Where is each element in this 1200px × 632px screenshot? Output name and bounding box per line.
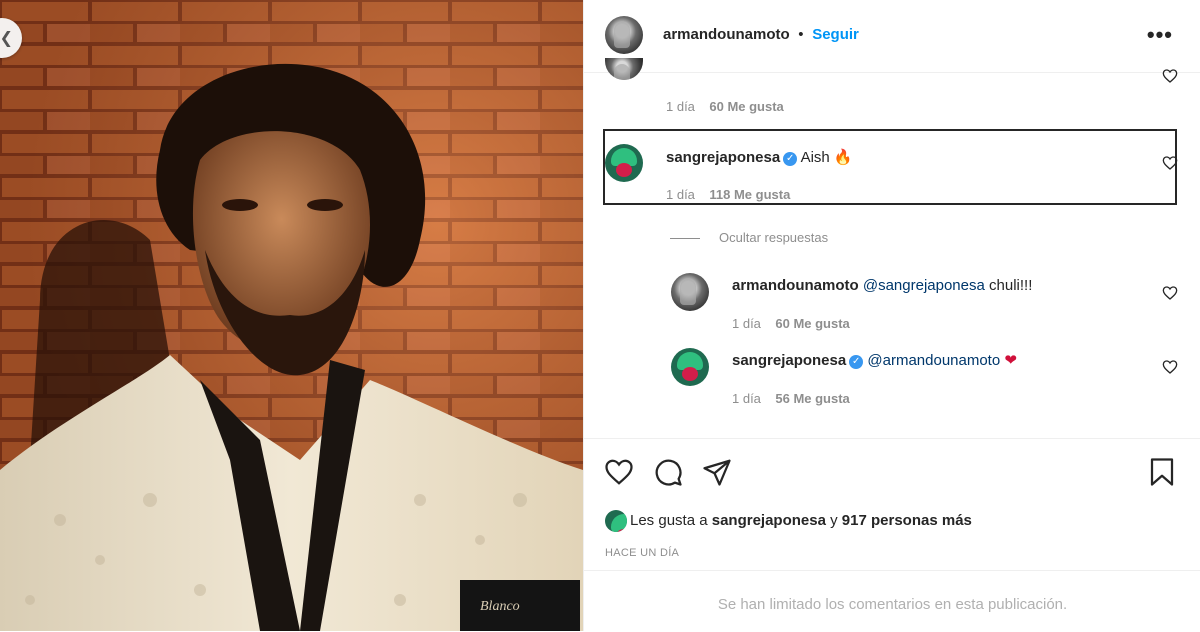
post-photo[interactable]: Blanco ❮ — [0, 0, 583, 631]
comments-limited-text: Se han limitado los comentarios en esta … — [717, 596, 1068, 613]
likes-summary: Les gusta a sangrejaponesa y 917 persona… — [630, 512, 972, 529]
likes-middle: y — [825, 512, 842, 529]
heart-icon[interactable] — [1162, 155, 1178, 171]
post-panel: armandounamoto • Seguir ••• 1 día 60 Me … — [583, 0, 1200, 631]
comment-likes[interactable]: 60 Me gusta — [709, 99, 783, 114]
post-header: armandounamoto • Seguir ••• — [584, 0, 1200, 73]
action-divider — [584, 438, 1200, 440]
avatar[interactable] — [671, 273, 709, 311]
verified-icon: ✓ — [783, 152, 798, 166]
separator-dot: • — [794, 26, 808, 43]
reply-mention[interactable]: @armandounamoto — [867, 352, 1000, 369]
reply-username[interactable]: sangrejaponesa — [732, 352, 846, 369]
more-options-icon[interactable]: ••• — [1147, 22, 1173, 48]
replies-divider — [670, 238, 700, 239]
likes-prefix: Les gusta a — [630, 512, 712, 529]
reply-meta: 1 día 60 Me gusta — [732, 316, 850, 331]
comment-likes[interactable]: 118 Me gusta — [709, 187, 790, 202]
follow-button[interactable]: Seguir — [812, 26, 859, 43]
heart-emoji: ❤ — [1004, 352, 1017, 369]
reply-meta: 1 día 56 Me gusta — [732, 391, 850, 406]
comment-time: 1 día — [666, 99, 695, 114]
comment-icon[interactable] — [653, 457, 683, 487]
share-icon[interactable] — [702, 457, 732, 487]
hide-replies-button[interactable]: Ocultar respuestas — [719, 230, 828, 245]
avatar[interactable] — [605, 144, 643, 182]
avatar[interactable] — [605, 58, 643, 80]
bookmark-icon[interactable] — [1147, 457, 1177, 487]
comment-time: 1 día — [666, 187, 695, 202]
avatar[interactable] — [605, 16, 643, 54]
comment-text: Aish — [800, 149, 830, 166]
reply-time: 1 día — [732, 316, 761, 331]
heart-icon[interactable] — [1162, 359, 1178, 375]
reply-likes[interactable]: 56 Me gusta — [775, 391, 849, 406]
avatar[interactable] — [605, 510, 627, 532]
reply-time: 1 día — [732, 391, 761, 406]
likes-username[interactable]: sangrejaponesa — [712, 512, 826, 529]
comment-meta: 1 día 60 Me gusta — [666, 99, 784, 114]
likes-count[interactable]: 917 personas más — [842, 512, 972, 529]
back-icon: ❮ — [0, 30, 13, 47]
fire-emoji: 🔥 — [833, 149, 853, 166]
selfie-image: Blanco — [0, 0, 583, 631]
avatar[interactable] — [671, 348, 709, 386]
reply-text: chuli!!! — [984, 277, 1033, 294]
heart-icon[interactable] — [604, 457, 634, 487]
reply-mention[interactable]: @sangrejaponesa — [863, 277, 985, 294]
comments-limited-footer: Se han limitado los comentarios en esta … — [584, 570, 1200, 632]
svg-text:Blanco: Blanco — [480, 599, 520, 614]
reply-likes[interactable]: 60 Me gusta — [775, 316, 849, 331]
post-author[interactable]: armandounamoto — [663, 26, 790, 43]
verified-icon: ✓ — [849, 355, 864, 369]
comment-meta: 1 día 118 Me gusta — [666, 187, 790, 202]
heart-icon[interactable] — [1162, 285, 1178, 301]
heart-icon[interactable] — [1162, 68, 1178, 84]
comment-username[interactable]: sangrejaponesa — [666, 149, 780, 166]
post-timestamp[interactable]: HACE UN DÍA — [605, 547, 679, 559]
reply-username[interactable]: armandounamoto — [732, 277, 859, 294]
